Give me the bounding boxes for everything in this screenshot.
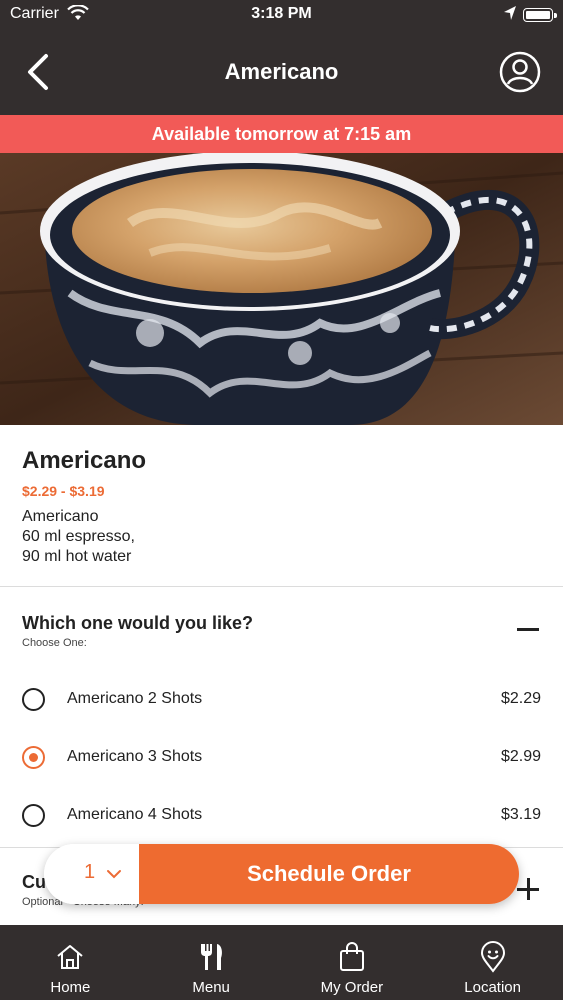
radio-unselected-icon[interactable] [22, 688, 45, 711]
tab-menu[interactable]: Menu [141, 925, 282, 1000]
product-description: Americano 60 ml espresso, 90 ml hot wate… [22, 507, 541, 567]
product-name: Americano [22, 447, 147, 474]
option-label: Americano 4 Shots [67, 806, 203, 823]
tab-bar: Home Menu My Order Location [0, 925, 563, 1000]
page-title: Americano [224, 59, 339, 84]
size-option-group: Which one would you like? Choose One: Am… [0, 587, 563, 847]
chevron-down-icon [106, 866, 122, 882]
profile-icon[interactable] [499, 51, 541, 93]
quantity-selector[interactable]: 1 [44, 844, 139, 904]
tab-label: Menu [192, 979, 230, 996]
option-price: $2.29 [500, 690, 541, 707]
description-line: 90 ml hot water [22, 548, 132, 565]
quantity-value: 1 [84, 861, 96, 883]
battery-icon [523, 8, 553, 22]
description-line: Americano [22, 508, 99, 525]
option-price: $3.19 [500, 806, 541, 823]
radio-selected-icon[interactable] [22, 746, 45, 769]
option-row[interactable]: Americano 4 Shots $3.19 [0, 791, 563, 849]
option-group-subtitle: Choose One: [22, 637, 87, 649]
shopping-bag-icon [336, 941, 368, 973]
tab-home[interactable]: Home [0, 925, 141, 1000]
tab-label: My Order [320, 979, 384, 996]
cup-group-title: Cu [22, 872, 46, 892]
option-row[interactable]: Americano 2 Shots $2.29 [0, 675, 563, 733]
tab-location[interactable]: Location [422, 925, 563, 1000]
battery-tip [554, 13, 557, 18]
nav-bar: Americano [0, 30, 563, 115]
description-line: 60 ml espresso, [22, 528, 135, 545]
tab-label: Location [464, 979, 521, 996]
product-info: Americano $2.29 - $3.19 Americano 60 ml … [0, 425, 563, 587]
product-price-range: $2.29 - $3.19 [22, 483, 105, 499]
fork-knife-icon [195, 941, 227, 973]
option-label: Americano 3 Shots [67, 748, 203, 765]
tab-label: Home [50, 979, 91, 996]
tab-my-order[interactable]: My Order [282, 925, 423, 1000]
collapse-icon[interactable] [517, 618, 539, 640]
availability-banner: Available tomorrow at 7:15 am [0, 115, 563, 153]
status-bar: Carrier 3:18 PM [0, 0, 563, 30]
option-label: Americano 2 Shots [67, 690, 203, 707]
schedule-order-button[interactable]: Schedule Order [139, 844, 519, 904]
product-image [0, 153, 563, 425]
location-pin-icon [477, 941, 509, 973]
option-row[interactable]: Americano 3 Shots $2.99 [0, 733, 563, 791]
location-arrow-icon [503, 5, 517, 26]
option-price: $2.99 [500, 748, 541, 765]
radio-unselected-icon[interactable] [22, 804, 45, 827]
expand-plus-icon[interactable] [517, 878, 539, 900]
order-bar: 1 Schedule Order [44, 844, 519, 904]
home-icon [54, 941, 86, 973]
option-group-title: Which one would you like? [22, 613, 254, 633]
clock: 3:18 PM [251, 5, 312, 22]
